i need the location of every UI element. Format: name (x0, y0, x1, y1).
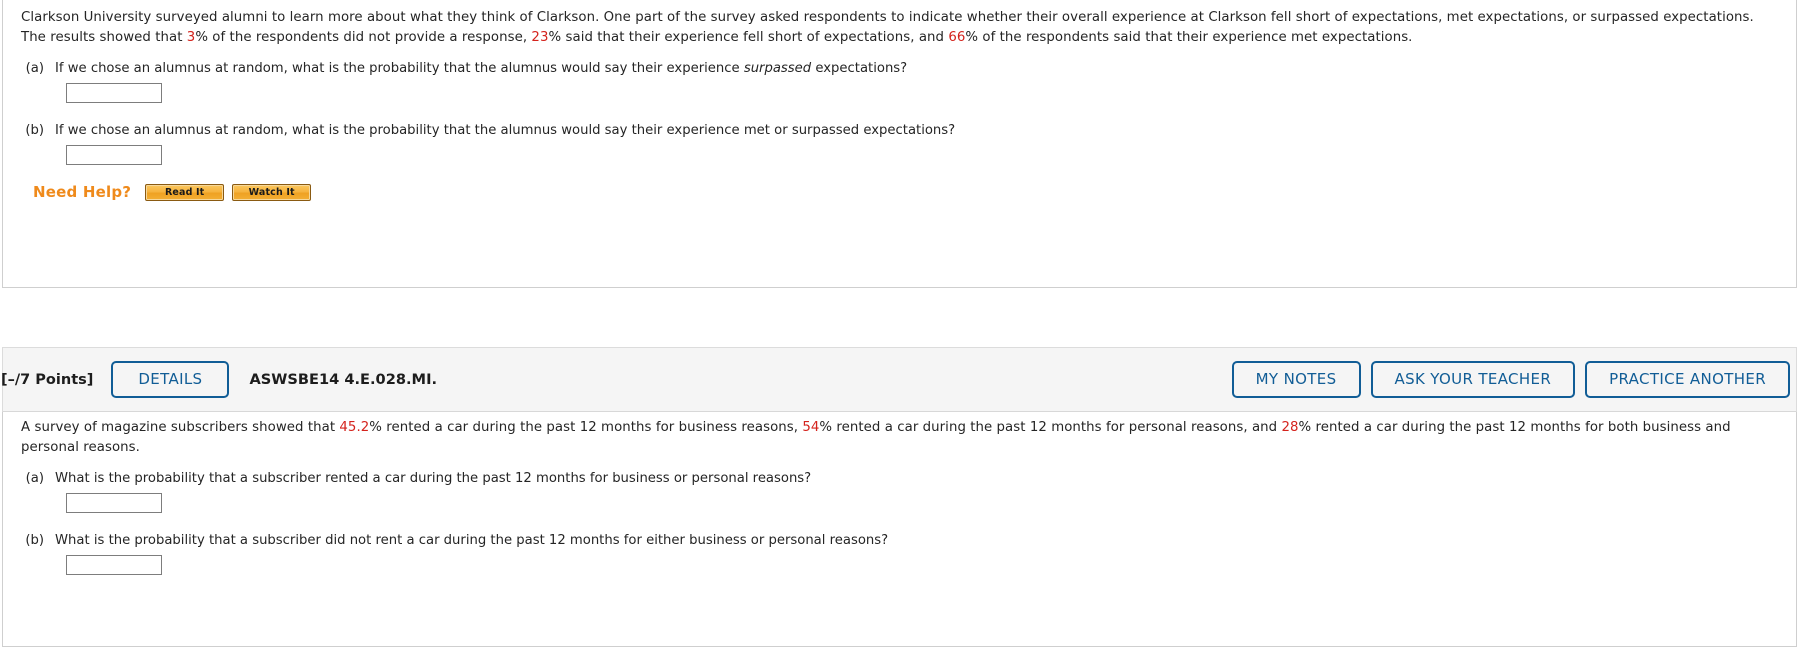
question-text-emphasis: surpassed (743, 61, 812, 76)
question-row: (b) If we chose an alumnus at random, wh… (17, 121, 1782, 140)
problem-1-prompt: Clarkson University surveyed alumni to l… (17, 8, 1782, 47)
problem-1-body: Clarkson University surveyed alumni to l… (3, 0, 1796, 201)
prompt-text: % of the respondents said that their exp… (965, 29, 1413, 45)
problem-2-header: [–/7 Points] DETAILS ASWSBE14 4.E.028.MI… (1, 347, 1797, 412)
prompt-text: A survey of magazine subscribers showed … (21, 420, 340, 435)
my-notes-button[interactable]: MY NOTES (1231, 361, 1361, 398)
points-label: [–/7 Points] (1, 371, 94, 388)
need-help-label: Need Help? (33, 183, 132, 201)
problem-2-prompt: A survey of magazine subscribers showed … (17, 418, 1782, 457)
question-text-before: What is the probability that a subscribe… (55, 533, 889, 548)
watch-it-button[interactable]: Watch It (232, 183, 312, 201)
question-label: (a) (25, 471, 44, 486)
answer-wrapper (17, 83, 1782, 103)
question-text-after: expectations? (811, 61, 908, 76)
question-label: (b) (25, 533, 44, 548)
answer-wrapper (17, 555, 1782, 575)
problem-2-question-list: (a) What is the probability that a subsc… (17, 469, 1782, 575)
question-id-label: ASWSBE14 4.E.028.MI. (249, 371, 438, 388)
question-row: (b) What is the probability that a subsc… (17, 531, 1782, 550)
prompt-text: % of the respondents did not provide a r… (195, 29, 532, 45)
question-text: If we chose an alumnus at random, what i… (55, 59, 907, 78)
answer-input-2a[interactable] (66, 493, 162, 513)
question-text-before: If we chose an alumnus at random, what i… (55, 123, 956, 138)
details-button[interactable]: DETAILS (111, 361, 230, 398)
answer-input-1a[interactable] (66, 83, 162, 103)
answer-input-1b[interactable] (66, 145, 162, 165)
ask-your-teacher-button[interactable]: ASK YOUR TEACHER (1370, 361, 1576, 398)
answer-input-2b[interactable] (66, 555, 162, 575)
question-row: (a) What is the probability that a subsc… (17, 469, 1782, 488)
question-text: What is the probability that a subscribe… (55, 531, 888, 550)
question-row: (a) If we chose an alumnus at random, wh… (17, 59, 1782, 78)
highlighted-value: 23 (531, 29, 549, 45)
practice-another-button[interactable]: PRACTICE ANOTHER (1585, 361, 1790, 398)
problem-card-1: Clarkson University surveyed alumni to l… (2, 0, 1797, 288)
answer-wrapper (17, 145, 1782, 165)
highlighted-value: 54 (802, 420, 820, 435)
prompt-text: % rented a car during the past 12 months… (369, 420, 803, 435)
answer-wrapper (17, 493, 1782, 513)
question-text: What is the probability that a subscribe… (55, 469, 811, 488)
highlighted-value: 66 (948, 29, 966, 45)
prompt-text: % rented a car during the past 12 months… (819, 420, 1282, 435)
need-help-section: Need Help? Read It Watch It (17, 183, 1782, 201)
highlighted-value: 28 (1281, 420, 1299, 435)
question-label: (a) (25, 61, 44, 76)
highlighted-value: 45.2 (339, 420, 370, 435)
question-text: If we chose an alumnus at random, what i… (55, 121, 955, 140)
question-text-before: What is the probability that a subscribe… (55, 471, 812, 486)
read-it-button[interactable]: Read It (145, 183, 225, 201)
prompt-text: % said that their experience fell short … (548, 29, 949, 45)
problem-1-question-list: (a) If we chose an alumnus at random, wh… (17, 59, 1782, 165)
header-actions: MY NOTES ASK YOUR TEACHER PRACTICE ANOTH… (1231, 361, 1790, 398)
question-text-before: If we chose an alumnus at random, what i… (55, 61, 744, 76)
question-label: (b) (25, 123, 44, 138)
